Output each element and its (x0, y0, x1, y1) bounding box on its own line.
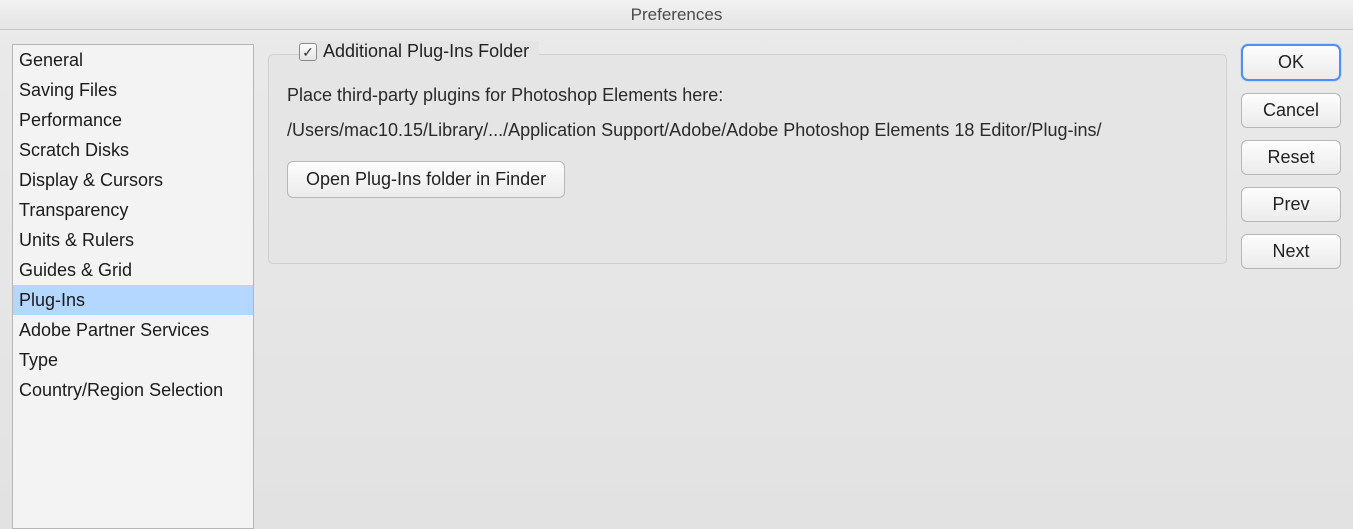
plugins-instruction-text: Place third-party plugins for Photoshop … (287, 85, 1208, 106)
sidebar-item-scratch-disks[interactable]: Scratch Disks (13, 135, 253, 165)
sidebar-item-plug-ins[interactable]: Plug-Ins (13, 285, 253, 315)
sidebar-item-performance[interactable]: Performance (13, 105, 253, 135)
additional-plugins-checkbox[interactable]: ✓ (299, 43, 317, 61)
plugins-path-text: /Users/mac10.15/Library/.../Application … (287, 120, 1208, 141)
sidebar-item-saving-files[interactable]: Saving Files (13, 75, 253, 105)
sidebar-item-guides-grid[interactable]: Guides & Grid (13, 255, 253, 285)
sidebar-item-transparency[interactable]: Transparency (13, 195, 253, 225)
group-legend: ✓ Additional Plug-Ins Folder (299, 41, 539, 62)
dialog-content: General Saving Files Performance Scratch… (0, 30, 1353, 529)
group-title-label: Additional Plug-Ins Folder (323, 41, 529, 62)
sidebar-item-adobe-partner-services[interactable]: Adobe Partner Services (13, 315, 253, 345)
open-plugins-folder-button[interactable]: Open Plug-Ins folder in Finder (287, 161, 565, 198)
reset-button[interactable]: Reset (1241, 140, 1341, 175)
cancel-button[interactable]: Cancel (1241, 93, 1341, 128)
category-sidebar: General Saving Files Performance Scratch… (12, 44, 254, 529)
main-panel: ✓ Additional Plug-Ins Folder Place third… (268, 44, 1227, 529)
sidebar-item-type[interactable]: Type (13, 345, 253, 375)
sidebar-item-display-cursors[interactable]: Display & Cursors (13, 165, 253, 195)
prev-button[interactable]: Prev (1241, 187, 1341, 222)
sidebar-item-general[interactable]: General (13, 45, 253, 75)
next-button[interactable]: Next (1241, 234, 1341, 269)
window-title: Preferences (0, 0, 1353, 30)
dialog-buttons: OK Cancel Reset Prev Next (1241, 44, 1341, 529)
ok-button[interactable]: OK (1241, 44, 1341, 81)
sidebar-item-units-rulers[interactable]: Units & Rulers (13, 225, 253, 255)
sidebar-item-country-region[interactable]: Country/Region Selection (13, 375, 253, 405)
additional-plugins-group: ✓ Additional Plug-Ins Folder Place third… (268, 54, 1227, 264)
